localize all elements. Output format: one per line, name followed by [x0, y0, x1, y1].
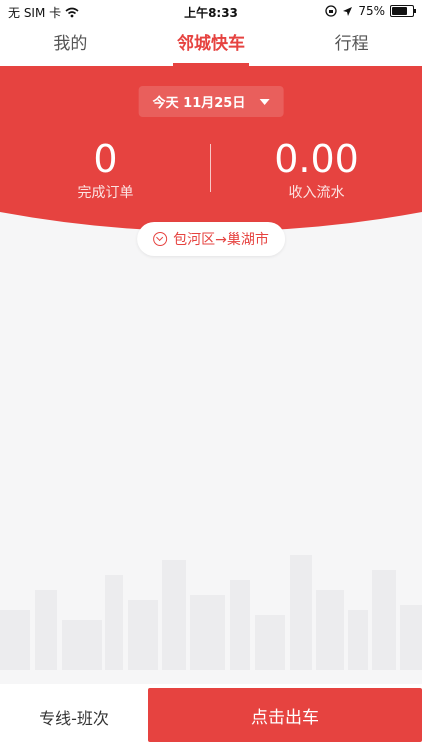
income-stat: 0.00 收入流水	[211, 138, 422, 202]
city-skyline-illustration	[0, 555, 422, 670]
status-bar: 无 SIM 卡 上午8:33 75%	[0, 0, 422, 22]
battery-percent: 75%	[358, 4, 385, 18]
orientation-lock-icon	[325, 5, 337, 17]
completed-orders-stat: 0 完成订单	[0, 138, 211, 202]
battery-icon	[390, 5, 416, 17]
location-icon	[343, 6, 353, 16]
tab-trips[interactable]: 行程	[281, 22, 422, 66]
top-tabs: 我的 邻城快车 行程	[0, 22, 422, 66]
bottom-action-bar: 专线-班次 点击出车	[0, 684, 422, 750]
tab-intercity-express[interactable]: 邻城快车	[141, 22, 282, 66]
tab-mine[interactable]: 我的	[0, 22, 141, 66]
status-right: 75%	[325, 4, 416, 18]
go-online-button[interactable]: 点击出车	[148, 688, 422, 742]
completed-orders-value: 0	[93, 137, 118, 181]
route-label: 包河区→巢湖市	[173, 232, 269, 248]
date-label: 今天 11月25日	[152, 96, 246, 111]
income-value: 0.00	[274, 137, 359, 181]
date-selector[interactable]: 今天 11月25日	[138, 86, 284, 117]
completed-orders-label: 完成订单	[77, 185, 134, 201]
route-selector[interactable]: 包河区→巢湖市	[137, 222, 285, 256]
caret-down-icon	[259, 98, 270, 105]
income-label: 收入流水	[288, 185, 345, 201]
line-schedule-button[interactable]: 专线-班次	[0, 684, 148, 750]
chevron-circle-down-icon	[153, 232, 168, 246]
